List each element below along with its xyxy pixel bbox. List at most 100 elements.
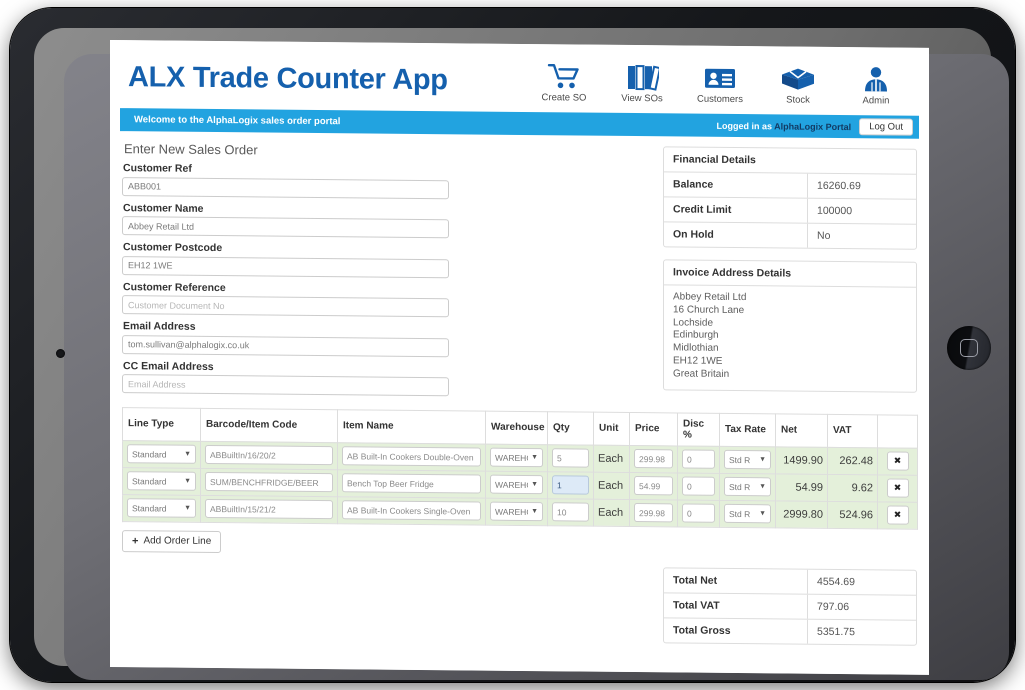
- warehouse-select-2[interactable]: WAREHOUSE ▼: [490, 501, 543, 522]
- item-name-input-1[interactable]: [342, 473, 481, 494]
- order-lines-table: Line Type Barcode/Item Code Item Name Wa…: [122, 407, 918, 530]
- warehouse-select-0[interactable]: WAREHOUSE ▼: [490, 447, 543, 468]
- price-input-1[interactable]: [634, 476, 673, 496]
- qty-input-1[interactable]: [552, 475, 589, 495]
- customer-name-input[interactable]: [122, 216, 449, 239]
- cell-warehouse: WAREHOUSE ▼: [485, 470, 548, 499]
- total-gross-value: 5351.75: [817, 625, 855, 638]
- nav-label-admin: Admin: [862, 94, 890, 106]
- shopping-cart-icon: [547, 60, 581, 90]
- email-address-input[interactable]: [122, 334, 449, 357]
- col-price: Price: [629, 412, 678, 446]
- tablet-screen: ALX Trade Counter App Create SO View SOs…: [110, 40, 929, 675]
- delete-line-button-2[interactable]: ✖: [886, 505, 909, 525]
- cell-tax-rate: Std R ▼: [719, 472, 776, 501]
- session-area: Logged in as AlphaLogix Portal Log Out: [716, 117, 913, 136]
- disc-input-2[interactable]: [682, 503, 715, 524]
- order-lines-body: Standard▼WAREHOUSE▼EachStd R▼1499.90262.…: [122, 440, 918, 529]
- cell-net: 54.99: [775, 473, 828, 501]
- totals-section: Total Net 4554.69 Total VAT 797.06 Total…: [110, 562, 929, 658]
- total-gross-label: Total Gross: [664, 617, 808, 644]
- home-square-icon: [960, 339, 978, 357]
- cell-item-code: [200, 494, 338, 524]
- nav-label-view-sos: View SOs: [621, 92, 663, 104]
- cell-item-name: [337, 496, 486, 525]
- chevron-down-icon: ▼: [759, 456, 766, 464]
- front-camera-icon: [56, 349, 65, 358]
- on-hold-label: On Hold: [664, 222, 808, 248]
- chevron-down-icon: ▼: [759, 483, 766, 491]
- total-vat-label: Total VAT: [664, 592, 808, 619]
- cc-email-address-input[interactable]: [122, 374, 449, 397]
- delete-line-button-1[interactable]: ✖: [886, 478, 909, 498]
- cell-qty: [547, 471, 594, 499]
- cell-price: [629, 472, 678, 500]
- item-code-input-0[interactable]: [205, 445, 333, 466]
- tax-rate-select-2[interactable]: Std R ▼: [724, 503, 771, 524]
- invoice-address-title: Invoice Address Details: [664, 260, 916, 288]
- line-type-select-2[interactable]: Standard ▼: [127, 498, 196, 518]
- cell-line-type: Standard ▼: [122, 467, 201, 495]
- cell-vat: 524.96: [827, 500, 878, 529]
- item-code-input-1[interactable]: [205, 472, 333, 493]
- delete-line-button-0[interactable]: ✖: [886, 451, 909, 471]
- customer-reference-input[interactable]: [122, 295, 449, 318]
- tax-rate-select-0[interactable]: Std R ▼: [724, 449, 771, 470]
- item-name-input-0[interactable]: [342, 446, 481, 467]
- cell-price: [629, 499, 678, 527]
- col-warehouse: Warehouse: [485, 410, 548, 445]
- cell-unit: Each: [593, 471, 630, 500]
- layout-spacer: [457, 144, 663, 402]
- disc-input-0[interactable]: [682, 449, 715, 470]
- total-net-label: Total Net: [664, 567, 808, 594]
- cell-actions: ✖: [877, 447, 918, 475]
- cell-vat: 262.48: [827, 446, 878, 475]
- table-row: Total Net 4554.69: [664, 567, 916, 596]
- cell-tax-rate: Std R ▼: [719, 445, 776, 474]
- table-row: Balance 16260.69: [664, 172, 916, 200]
- table-row: On Hold No: [664, 222, 916, 248]
- order-lines-section: Line Type Barcode/Item Code Item Name Wa…: [110, 407, 929, 560]
- nav-item-view-sos[interactable]: View SOs: [611, 60, 673, 104]
- warehouse-value: WAREHOUSE: [495, 479, 529, 490]
- line-type-value: Standard: [132, 475, 167, 487]
- label-customer-name: Customer Name: [123, 201, 204, 215]
- cell-line-type: Standard ▼: [122, 494, 201, 522]
- table-row: Total Gross 5351.75: [664, 617, 916, 644]
- line-type-value: Standard: [132, 502, 167, 514]
- line-type-select-1[interactable]: Standard ▼: [127, 471, 196, 491]
- nav-item-admin[interactable]: Admin: [845, 63, 907, 107]
- item-code-input-2[interactable]: [205, 499, 333, 520]
- cell-disc: [677, 445, 720, 473]
- cell-item-name: [337, 469, 486, 498]
- cell-qty: [547, 444, 594, 472]
- qty-input-0[interactable]: [552, 448, 589, 468]
- nav-item-stock[interactable]: Stock: [767, 62, 829, 106]
- logout-button[interactable]: Log Out: [859, 118, 913, 136]
- customer-postcode-input[interactable]: [122, 255, 449, 278]
- cell-net: 2999.80: [775, 500, 828, 528]
- tax-rate-select-1[interactable]: Std R ▼: [724, 476, 771, 497]
- cell-disc: [677, 472, 720, 500]
- cell-warehouse: WAREHOUSE ▼: [485, 497, 548, 526]
- cell-item-name: [337, 442, 486, 471]
- disc-input-1[interactable]: [682, 476, 715, 497]
- nav-item-create-so[interactable]: Create SO: [533, 60, 595, 104]
- logged-in-prefix: Logged in as: [716, 120, 772, 131]
- item-name-input-2[interactable]: [342, 500, 481, 521]
- cell-net: 1499.90: [775, 446, 828, 474]
- customer-ref-input[interactable]: [122, 176, 449, 199]
- price-input-0[interactable]: [634, 449, 673, 469]
- price-input-2[interactable]: [634, 503, 673, 523]
- warehouse-select-1[interactable]: WAREHOUSE ▼: [490, 474, 543, 495]
- line-type-select-0[interactable]: Standard ▼: [127, 444, 196, 464]
- cell-item-code: [200, 440, 338, 470]
- qty-input-2[interactable]: [552, 502, 589, 522]
- invoice-address-lines: Abbey Retail Ltd 16 Church Lane Lochside…: [664, 285, 916, 391]
- col-item-name: Item Name: [337, 409, 486, 444]
- nav-item-customers[interactable]: Customers: [689, 61, 751, 105]
- add-order-line-button[interactable]: + Add Order Line: [122, 529, 222, 553]
- main-content: Enter New Sales Order Customer Ref Custo…: [110, 131, 929, 404]
- home-button[interactable]: [947, 326, 991, 370]
- label-email-address: Email Address: [123, 320, 196, 333]
